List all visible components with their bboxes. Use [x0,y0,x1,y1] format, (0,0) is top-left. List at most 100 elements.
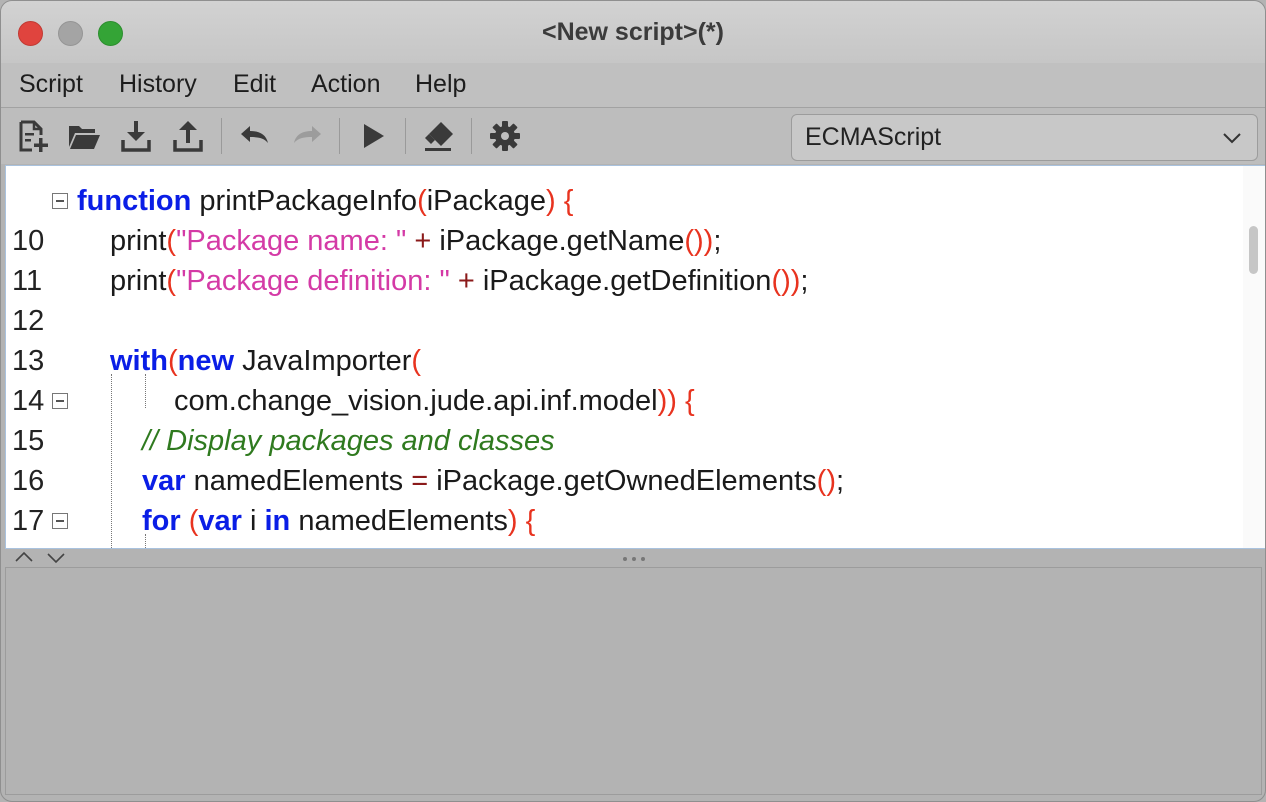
bracket: ) { [507,505,536,537]
fold-toggle[interactable] [52,393,68,409]
new-script-button[interactable] [11,116,53,156]
pane-splitter[interactable] [1,549,1265,567]
fold-toggle[interactable] [52,193,68,209]
keyword: var [142,465,186,497]
bracket: ( [417,185,427,217]
toolbar: ECMAScript [1,108,1265,164]
new-script-icon [19,120,48,152]
code-line: 13 [6,301,1242,377]
eraser-icon [425,122,453,151]
identifier: namedElements [290,505,508,537]
toolbar-separator [405,118,406,154]
toolbar-separator [221,118,222,154]
download-icon [121,121,151,152]
bracket: () [816,465,836,497]
keyword: with [110,345,168,377]
code-line: 16 // Display packages and classes [6,421,1242,497]
fold-toggle[interactable] [52,513,68,529]
punctuation: ; [800,265,809,297]
code-text: print("Package definition: " + iPackage.… [110,261,808,301]
identifier: JavaImporter [234,345,412,377]
identifier: iPackage.getOwnedElements [428,465,817,497]
keyword: var [198,505,242,537]
menu-bar: Script History Edit Action Help [1,63,1265,108]
identifier: print [110,225,167,257]
comment: // Display packages and classes [142,425,555,457]
identifier: i [241,505,265,537]
menu-edit[interactable]: Edit [233,63,276,107]
identifier: iPackage [426,185,547,217]
window-title: <New script>(*) [541,18,724,46]
code-text: var namedElements = iPackage.getOwnedEle… [142,461,844,501]
code-line: 14 with(new JavaImporter( [6,341,1242,417]
bracket: ()) [771,265,801,297]
menu-script[interactable]: Script [19,63,83,107]
title-bar: <New script>(*) [1,1,1265,63]
run-button[interactable] [352,116,394,156]
chevron-down-icon [1223,133,1241,144]
settings-button[interactable] [484,116,526,156]
keyword: for [142,505,181,537]
identifier: print [110,265,167,297]
identifier: namedElements [185,465,412,497]
bracket: ()) [684,225,714,257]
code-text: for (var i in namedElements) { [142,501,535,541]
keyword: new [177,345,235,377]
string-literal: "Package name: " [176,225,407,257]
code-line: 10 function printPackageInfo(iPackage) { [6,181,1242,257]
line-number: 18 [12,541,58,548]
run-icon [364,124,384,148]
redo-icon [294,126,321,143]
undo-icon [241,126,268,143]
punctuation: ; [835,465,845,497]
upload-icon [173,121,203,152]
identifier: printPackageInfo [191,185,418,217]
code-line: 18 for (var i in namedElements) { [6,501,1242,548]
operator: + [449,265,483,297]
identifier: com.change_vision.jude.api.inf.model [174,385,658,417]
bracket: )) { [657,385,695,417]
language-select[interactable]: ECMAScript [791,114,1258,161]
identifier: iPackage.getDefinition [482,265,772,297]
upload-button[interactable] [167,116,209,156]
operator: + [406,225,440,257]
chevron-down-icon[interactable] [45,549,67,567]
toolbar-separator [339,118,340,154]
scrollbar-thumb[interactable] [1249,226,1258,274]
punctuation: ; [713,225,722,257]
bracket: ( [166,225,177,257]
menu-help[interactable]: Help [415,63,466,107]
language-value: ECMAScript [805,123,942,151]
download-button[interactable] [115,116,157,156]
gear-icon [490,121,520,151]
code-text: with(new JavaImporter( [110,341,421,381]
toolbar-separator [471,118,472,154]
code-line: 17 var namedElements = iPackage.getOwned… [6,461,1242,537]
code-text: print("Package name: " + iPackage.getNam… [110,221,721,261]
bracket: ( [411,345,422,377]
chevron-up-icon[interactable] [13,549,35,567]
identifier: iPackage.getName [439,225,685,257]
open-folder-icon [69,126,100,149]
code-text: // Display packages and classes [142,421,555,461]
keyword: function [77,185,192,217]
open-button[interactable] [63,116,105,156]
string-literal: "Package definition: " [176,265,450,297]
bracket: ( [180,505,199,537]
drag-handle-icon[interactable] [621,556,647,562]
vertical-scrollbar[interactable] [1243,166,1265,548]
keyword: in [264,505,291,537]
code-line: 12 print("Package definition: " + iPacka… [6,261,1242,337]
bracket: ) { [546,185,574,217]
menu-action[interactable]: Action [311,63,380,107]
code-editor[interactable]: 10 function printPackageInfo(iPackage) {… [5,165,1265,549]
menu-history[interactable]: History [119,63,197,107]
code-text: function printPackageInfo(iPackage) { [77,181,573,221]
operator: = [411,465,429,497]
code-line: 11 print("Package name: " + iPackage.get… [6,221,1242,297]
undo-button[interactable] [234,116,276,156]
clear-button[interactable] [418,116,460,156]
bracket: ( [168,345,178,377]
output-pane[interactable] [5,567,1262,795]
redo-button[interactable] [286,116,328,156]
